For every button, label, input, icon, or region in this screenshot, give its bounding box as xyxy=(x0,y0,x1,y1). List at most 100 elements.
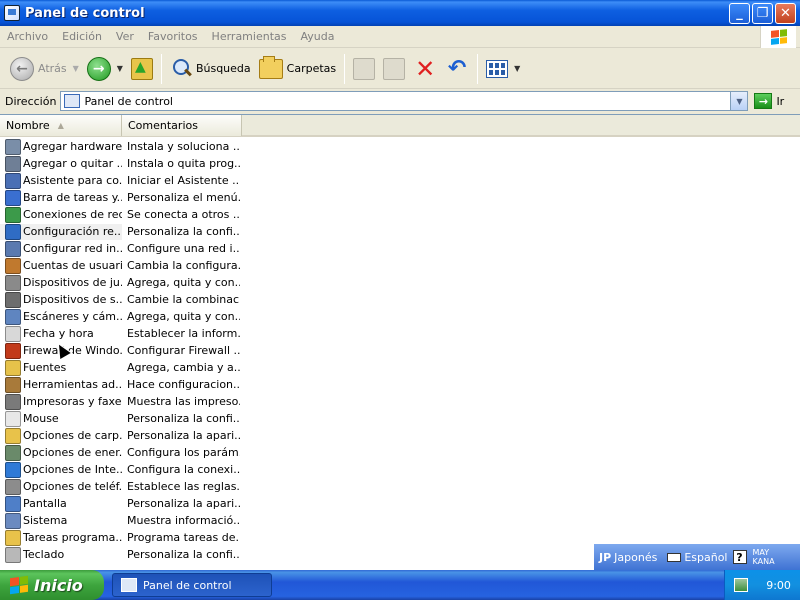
item-comment: Configurar Firewall ... xyxy=(127,344,240,357)
column-headers: Nombre ▲ Comentarios xyxy=(0,115,800,137)
clock[interactable]: 9:00 xyxy=(766,579,791,592)
item-name-cell[interactable]: Herramientas ad... xyxy=(0,376,122,393)
control-panel-icon xyxy=(4,5,20,21)
list-item[interactable]: Conexiones de red Se conecta a otros ... xyxy=(0,206,800,223)
list-item[interactable]: Fecha y hora Establecer la inform... xyxy=(0,325,800,342)
list-item[interactable]: Cuentas de usuario Cambia la configura... xyxy=(0,257,800,274)
item-name-cell[interactable]: Dispositivos de s... xyxy=(0,291,122,308)
minimize-button[interactable]: _ xyxy=(729,3,750,24)
item-name-cell[interactable]: Agregar o quitar ... xyxy=(0,155,122,172)
item-name-cell[interactable]: Mouse xyxy=(0,410,122,427)
windows-flag-icon xyxy=(10,575,28,595)
column-header-name[interactable]: Nombre ▲ xyxy=(0,115,122,136)
menu-ver[interactable]: Ver xyxy=(109,30,141,43)
input-mode-top: MAY xyxy=(752,548,770,557)
item-comment: Configura la conexi... xyxy=(127,463,240,476)
list-item[interactable]: Sistema Muestra informació... xyxy=(0,512,800,529)
undo-button[interactable]: ↶ xyxy=(441,53,473,85)
address-dropdown-icon[interactable]: ▼ xyxy=(730,92,748,110)
list-item[interactable]: Opciones de teléf... Establece las reglas… xyxy=(0,478,800,495)
item-name-cell[interactable]: Teclado xyxy=(0,546,122,563)
go-label: Ir xyxy=(776,94,785,108)
input-mode-indicator[interactable]: MAY KANA xyxy=(753,548,775,566)
item-name-cell[interactable]: Configuración re... xyxy=(0,223,122,240)
item-name-cell[interactable]: Tareas programa... xyxy=(0,529,122,546)
list-item[interactable]: Dispositivos de ju... Agrega, quita y con… xyxy=(0,274,800,291)
item-name-cell[interactable]: Barra de tareas y... xyxy=(0,189,122,206)
list-item[interactable]: Impresoras y faxes Muestra las impreso... xyxy=(0,393,800,410)
item-name-cell[interactable]: Dispositivos de ju... xyxy=(0,274,122,291)
delete-button[interactable]: ✕ xyxy=(409,53,441,85)
item-comment: Se conecta a otros ... xyxy=(127,208,240,221)
item-name-cell[interactable]: Opciones de teléf... xyxy=(0,478,122,495)
list-item[interactable]: Agregar o quitar ... Instala o quita prog… xyxy=(0,155,800,172)
list-item[interactable]: Pantalla Personaliza la apari... xyxy=(0,495,800,512)
item-name-cell[interactable]: Agregar hardware xyxy=(0,138,122,155)
item-name-cell[interactable]: Fuentes xyxy=(0,359,122,376)
item-name-cell[interactable]: Conexiones de red xyxy=(0,206,122,223)
taskbar-item-control-panel[interactable]: Panel de control xyxy=(112,573,272,597)
title-bar[interactable]: Panel de control _ ❐ ✕ xyxy=(0,0,800,26)
list-item[interactable]: Agregar hardware Instala y soluciona ... xyxy=(0,138,800,155)
go-arrow-icon: → xyxy=(754,93,773,109)
menu-favoritos[interactable]: Favoritos xyxy=(141,30,205,43)
list-item[interactable]: Fuentes Agrega, cambia y a... xyxy=(0,359,800,376)
item-name-cell[interactable]: Sistema xyxy=(0,512,122,529)
start-button[interactable]: Inicio xyxy=(0,570,104,600)
menu-herramientas[interactable]: Herramientas xyxy=(205,30,294,43)
item-name: Teclado xyxy=(23,548,65,561)
copy-to-button[interactable] xyxy=(379,53,409,85)
forward-dropdown-icon[interactable]: ▼ xyxy=(117,64,123,73)
up-button[interactable] xyxy=(127,53,157,85)
forward-button[interactable]: → ▼ xyxy=(83,53,127,85)
item-name-cell[interactable]: Opciones de ener... xyxy=(0,444,122,461)
list-item[interactable]: Opciones de Inte... Configura la conexi..… xyxy=(0,461,800,478)
list-item[interactable]: Opciones de ener... Configura los parám..… xyxy=(0,444,800,461)
item-name: Configuración re... xyxy=(23,225,122,238)
list-item[interactable]: Escáneres y cám... Agrega, quita y con... xyxy=(0,308,800,325)
back-button[interactable]: ← Atrás ▼ xyxy=(6,53,83,85)
address-input[interactable]: Panel de control ▼ xyxy=(60,91,749,111)
go-button[interactable]: → Ir xyxy=(754,93,784,109)
list-item[interactable]: Barra de tareas y... Personaliza el menú.… xyxy=(0,189,800,206)
views-button[interactable]: ▼ xyxy=(482,53,524,85)
keyboard-layout-selector[interactable]: Español xyxy=(662,551,732,564)
list-item[interactable]: Asistente para co... Iniciar el Asistente… xyxy=(0,172,800,189)
start-label: Inicio xyxy=(34,575,83,595)
input-language-selector[interactable]: JP Japonés xyxy=(594,551,662,564)
move-to-button[interactable] xyxy=(349,53,379,85)
item-comment: Agrega, quita y con... xyxy=(127,276,240,289)
keyboard-layout-name: Español xyxy=(684,550,728,564)
item-name-cell[interactable]: Impresoras y faxes xyxy=(0,393,122,410)
list-item[interactable]: Dispositivos de s... Cambie la combinaci.… xyxy=(0,291,800,308)
list-item[interactable]: Firewall de Windo... Configurar Firewall … xyxy=(0,342,800,359)
list-item[interactable]: Opciones de carp... Personaliza la apari.… xyxy=(0,427,800,444)
folders-button[interactable]: Carpetas xyxy=(255,53,340,85)
menu-ayuda[interactable]: Ayuda xyxy=(293,30,341,43)
menu-edicion[interactable]: Edición xyxy=(55,30,109,43)
column-header-comments[interactable]: Comentarios xyxy=(122,115,242,136)
item-name-cell[interactable]: Asistente para co... xyxy=(0,172,122,189)
list-item[interactable]: Mouse Personaliza la confi... xyxy=(0,410,800,427)
maximize-button[interactable]: ❐ xyxy=(752,3,773,24)
list-item[interactable]: Herramientas ad... Hace configuracion... xyxy=(0,376,800,393)
tray-network-icon[interactable] xyxy=(734,578,749,592)
list-item[interactable]: Configurar red in... Configure una red i.… xyxy=(0,240,800,257)
item-name: Impresoras y faxes xyxy=(23,395,122,408)
item-name: Pantalla xyxy=(23,497,67,510)
item-name-cell[interactable]: Escáneres y cám... xyxy=(0,308,122,325)
copy-to-icon xyxy=(383,57,406,80)
item-name-cell[interactable]: Opciones de carp... xyxy=(0,427,122,444)
back-dropdown-icon[interactable]: ▼ xyxy=(73,64,79,73)
search-button[interactable]: Búsqueda xyxy=(166,53,255,85)
list-item[interactable]: Configuración re... Personaliza la confi.… xyxy=(0,223,800,240)
views-dropdown-icon[interactable]: ▼ xyxy=(514,64,520,73)
item-name-cell[interactable]: Cuentas de usuario xyxy=(0,257,122,274)
menu-archivo[interactable]: Archivo xyxy=(0,30,55,43)
item-name-cell[interactable]: Opciones de Inte... xyxy=(0,461,122,478)
item-name-cell[interactable]: Configurar red in... xyxy=(0,240,122,257)
help-icon[interactable]: ? xyxy=(732,550,747,564)
item-name-cell[interactable]: Pantalla xyxy=(0,495,122,512)
close-button[interactable]: ✕ xyxy=(775,3,796,24)
item-name: Opciones de teléf... xyxy=(23,480,122,493)
